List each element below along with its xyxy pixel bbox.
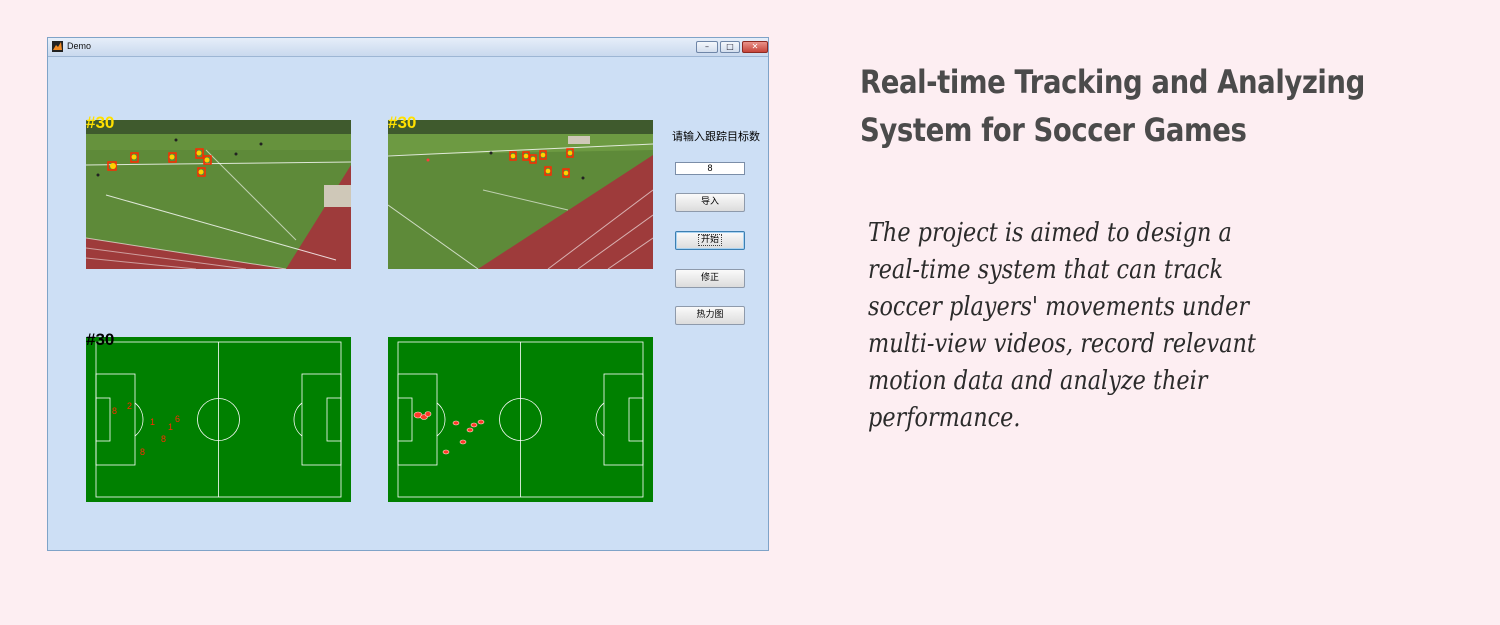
correct-button-label: 修正 xyxy=(700,273,719,283)
pitch-player-label: 1 xyxy=(168,422,173,432)
close-button[interactable]: ✕ xyxy=(742,41,768,53)
start-button-label: 开始 xyxy=(697,234,723,246)
pitch-view-2 xyxy=(388,337,653,502)
headline-line-1: Real-time Tracking and Analyzing xyxy=(860,63,1365,101)
pitch-view-1: 8 2 1 6 1 8 8 xyxy=(86,337,351,502)
pitch-player-label: 8 xyxy=(161,434,166,444)
pitch-1-frame-label: #30 xyxy=(86,330,115,349)
camera-1-frame-label: #30 xyxy=(86,113,115,132)
project-description: The project is aimed to design a real-ti… xyxy=(868,218,1256,433)
maximize-button[interactable]: □ xyxy=(720,41,740,53)
minimize-button[interactable]: – xyxy=(696,41,718,53)
pitch-player-label: 8 xyxy=(112,406,117,416)
pitch-player-label: 6 xyxy=(175,414,180,424)
pitch-player-label: 1 xyxy=(150,417,155,427)
correct-button[interactable]: 修正 xyxy=(675,269,745,288)
import-button-label: 导入 xyxy=(700,197,719,207)
start-button[interactable]: 开始 xyxy=(675,231,745,250)
camera-view-2 xyxy=(388,120,653,269)
target-count-input[interactable]: 8 xyxy=(675,162,745,175)
import-button[interactable]: 导入 xyxy=(675,193,745,212)
pitch-player-label: 8 xyxy=(140,447,145,457)
demo-window: Demo – □ ✕ #30 #30 8 2 1 6 1 8 8 #30 请输入… xyxy=(47,37,769,551)
project-headline: Real-time Tracking and Analyzing System … xyxy=(860,58,1376,154)
camera-view-1 xyxy=(86,120,351,269)
headline-line-2: System for Soccer Games xyxy=(860,111,1247,149)
heatmap-button-label: 热力图 xyxy=(696,310,724,320)
heatmap-button[interactable]: 热力图 xyxy=(675,306,745,325)
pitch-player-label: 2 xyxy=(127,401,132,411)
title-bar[interactable]: Demo – □ ✕ xyxy=(48,38,768,57)
window-title: Demo xyxy=(67,41,92,51)
matlab-icon xyxy=(52,41,63,52)
camera-2-frame-label: #30 xyxy=(388,113,417,132)
target-count-prompt: 请输入跟踪目标数 xyxy=(672,130,760,143)
